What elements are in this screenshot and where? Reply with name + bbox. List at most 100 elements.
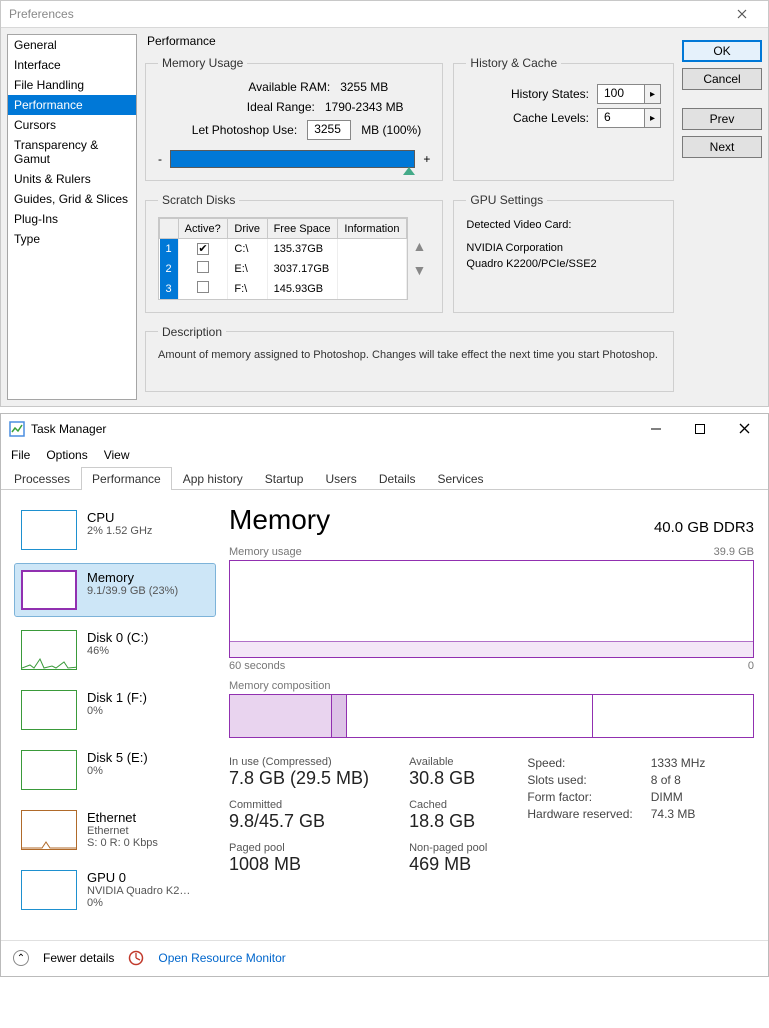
slider-plus[interactable]: + [423,152,430,166]
sidebar-item-interface[interactable]: Interface [8,55,136,75]
titlebar[interactable]: Task Manager [1,414,768,444]
resource-item-memory[interactable]: Memory9.1/39.9 GB (23%) [15,564,215,616]
sidebar-item-units-rulers[interactable]: Units & Rulers [8,169,136,189]
detail-key: Speed: [527,756,632,770]
titlebar[interactable]: Preferences [1,1,768,28]
maximize-icon [695,424,705,434]
composition-segment-standby [347,695,593,737]
open-resource-monitor-link[interactable]: Open Resource Monitor [158,951,285,965]
page-title: Performance [147,34,674,48]
sidebar-item-plug-ins[interactable]: Plug-Ins [8,209,136,229]
tab-details[interactable]: Details [368,467,427,490]
table-row[interactable]: 3 F:\145.93GB [160,279,407,299]
resource-item-disk-0-c-[interactable]: Disk 0 (C:)46% [15,624,215,676]
prev-button[interactable]: Prev [682,108,762,130]
column-header[interactable] [160,219,179,239]
gpu-settings-group: GPU Settings Detected Video Card: NVIDIA… [453,193,674,313]
detail-value: DIMM [651,790,706,804]
cache-levels-stepper[interactable]: 6 ▸ [597,108,661,128]
sidebar-item-general[interactable]: General [8,35,136,55]
resource-title: GPU 0 [87,870,190,885]
available-value: 30.8 GB [409,768,487,789]
resource-sub: 9.1/39.9 GB (23%) [87,585,178,597]
inuse-value: 7.8 GB (29.5 MB) [229,768,369,789]
history-states-stepper[interactable]: 100 ▸ [597,84,661,104]
close-button[interactable] [722,414,766,444]
column-header[interactable]: Free Space [267,219,338,239]
active-checkbox[interactable]: ✔ [197,243,209,255]
resource-title: CPU [87,510,152,525]
column-header[interactable]: Active? [178,219,228,239]
memory-slider[interactable]: - + [158,150,430,168]
resource-item-disk-1-f-[interactable]: Disk 1 (F:)0% [15,684,215,736]
resource-title: Disk 0 (C:) [87,630,148,645]
resource-item-gpu-0[interactable]: GPU 0NVIDIA Quadro K2…0% [15,864,215,916]
ok-button[interactable]: OK [682,40,762,62]
memory-composition-chart [229,694,754,738]
menu-file[interactable]: File [11,448,30,462]
close-icon [739,423,750,434]
slider-minus[interactable]: - [158,152,162,166]
detail-key: Slots used: [527,773,632,787]
resource-item-ethernet[interactable]: EthernetEthernetS: 0 R: 0 Kbps [15,804,215,856]
available-ram-label: Available RAM: [200,80,330,94]
slider-thumb[interactable] [403,167,415,175]
move-up-icon[interactable]: ▲ [412,238,426,254]
chart-label: Memory usage [229,546,302,558]
history-states-value[interactable]: 100 [597,84,645,104]
stepper-arrow-icon[interactable]: ▸ [645,108,661,128]
active-checkbox[interactable] [197,261,209,273]
next-button[interactable]: Next [682,136,762,158]
cancel-button[interactable]: Cancel [682,68,762,90]
page-title: Memory [229,504,330,536]
memory-usage-group: Memory Usage Available RAM:3255 MB Ideal… [145,56,443,181]
resource-title: Memory [87,570,178,585]
tab-app-history[interactable]: App history [172,467,254,490]
resource-sub: 2% 1.52 GHz [87,525,152,537]
thumbnail-chart [21,570,77,610]
menu-options[interactable]: Options [46,448,87,462]
nonpaged-value: 469 MB [409,854,487,875]
move-down-icon[interactable]: ▼ [412,262,426,278]
resource-title: Disk 5 (E:) [87,750,148,765]
window-title: Preferences [9,7,74,21]
tab-performance[interactable]: Performance [81,467,172,490]
menu-view[interactable]: View [104,448,130,462]
active-checkbox[interactable] [197,281,209,293]
column-header[interactable]: Drive [228,219,267,239]
close-button[interactable] [722,1,762,27]
stepper-arrow-icon[interactable]: ▸ [645,84,661,104]
chevron-up-icon[interactable]: ⌃ [13,950,29,966]
resource-item-cpu[interactable]: CPU2% 1.52 GHz [15,504,215,556]
scratch-disks-table[interactable]: Active?DriveFree SpaceInformation1 ✔ C:\… [159,218,407,299]
paged-label: Paged pool [229,842,369,854]
sidebar-item-performance[interactable]: Performance [8,95,136,115]
tab-services[interactable]: Services [427,467,495,490]
cache-levels-value[interactable]: 6 [597,108,645,128]
ideal-range-label: Ideal Range: [185,100,315,114]
tab-processes[interactable]: Processes [3,467,81,490]
resource-title: Ethernet [87,810,158,825]
let-use-label: Let Photoshop Use: [167,123,297,137]
column-header[interactable]: Information [338,219,407,239]
scratch-disks-group: Scratch Disks Active?DriveFree SpaceInfo… [145,193,443,313]
table-row[interactable]: 1 ✔ C:\135.37GB [160,239,407,259]
minimize-button[interactable] [634,414,678,444]
tab-startup[interactable]: Startup [254,467,315,490]
sidebar-item-cursors[interactable]: Cursors [8,115,136,135]
sidebar-item-transparency-gamut[interactable]: Transparency & Gamut [8,135,136,169]
sidebar-item-file-handling[interactable]: File Handling [8,75,136,95]
cached-label: Cached [409,799,487,811]
detail-key: Hardware reserved: [527,807,632,821]
table-row[interactable]: 2 E:\3037.17GB [160,259,407,279]
menu-bar: File Options View [1,444,768,466]
fewer-details-link[interactable]: Fewer details [43,951,114,965]
tab-users[interactable]: Users [314,467,367,490]
maximize-button[interactable] [678,414,722,444]
sidebar-item-type[interactable]: Type [8,229,136,249]
resource-item-disk-5-e-[interactable]: Disk 5 (E:)0% [15,744,215,796]
sidebar-item-guides-grid-slices[interactable]: Guides, Grid & Slices [8,189,136,209]
axis-right: 0 [748,660,754,672]
memory-value-input[interactable]: 3255 [307,120,351,140]
thumbnail-chart [21,690,77,730]
